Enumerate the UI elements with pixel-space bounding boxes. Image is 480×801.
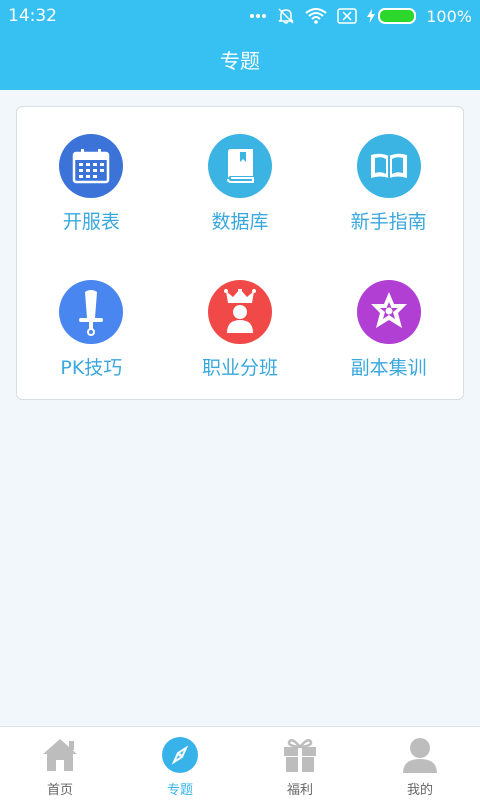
charging-icon	[367, 9, 376, 23]
topics-card: 开服表 数据库 新手指南 PK技巧 职业分班 副本集训	[16, 106, 464, 400]
king-icon	[207, 280, 272, 344]
gift-icon	[280, 735, 320, 775]
sword-icon	[59, 280, 124, 344]
status-time: 14:32	[8, 6, 57, 26]
user-icon	[400, 735, 440, 775]
topic-schedule[interactable]: 开服表	[17, 107, 166, 253]
topic-label: 新手指南	[350, 211, 427, 233]
topic-label: 副本集训	[350, 357, 427, 379]
nav-label: 福利	[286, 783, 313, 798]
page-title: 专题	[220, 49, 260, 73]
topic-label: 开服表	[62, 211, 120, 233]
topic-dungeon-training[interactable]: 副本集训	[314, 253, 463, 399]
topic-label: 职业分班	[201, 357, 278, 379]
status-icons: 100%	[249, 6, 472, 26]
more-dots-icon	[249, 13, 267, 19]
status-bar: 14:32 100%	[0, 0, 480, 32]
notification-off-icon	[277, 7, 295, 25]
nav-mine[interactable]: 我的	[360, 727, 480, 801]
bottom-nav: 首页 专题 福利 我的	[0, 726, 480, 801]
battery-icon	[378, 8, 417, 24]
sim-off-icon	[337, 8, 357, 24]
topic-label: PK技巧	[60, 357, 123, 379]
nav-label: 专题	[166, 783, 193, 798]
home-icon	[40, 735, 80, 775]
nav-label: 我的	[406, 783, 433, 798]
topic-class-guide[interactable]: 职业分班	[166, 253, 315, 399]
calendar-icon	[59, 134, 124, 198]
topic-label: 数据库	[211, 211, 269, 233]
star-badge-icon	[356, 280, 421, 344]
page-header: 专题	[0, 32, 480, 90]
book-icon	[207, 134, 272, 198]
nav-benefits[interactable]: 福利	[240, 727, 360, 801]
nav-topics[interactable]: 专题	[120, 727, 240, 801]
open-book-icon	[356, 134, 421, 198]
nav-home[interactable]: 首页	[0, 727, 120, 801]
topic-pk-tips[interactable]: PK技巧	[17, 253, 166, 399]
topic-database[interactable]: 数据库	[166, 107, 315, 253]
compass-icon	[160, 735, 200, 775]
nav-label: 首页	[46, 783, 73, 798]
wifi-icon	[305, 8, 327, 24]
topic-beginner-guide[interactable]: 新手指南	[314, 107, 463, 253]
topics-grid: 开服表 数据库 新手指南 PK技巧 职业分班 副本集训	[17, 107, 463, 399]
battery-percent: 100%	[426, 6, 472, 26]
